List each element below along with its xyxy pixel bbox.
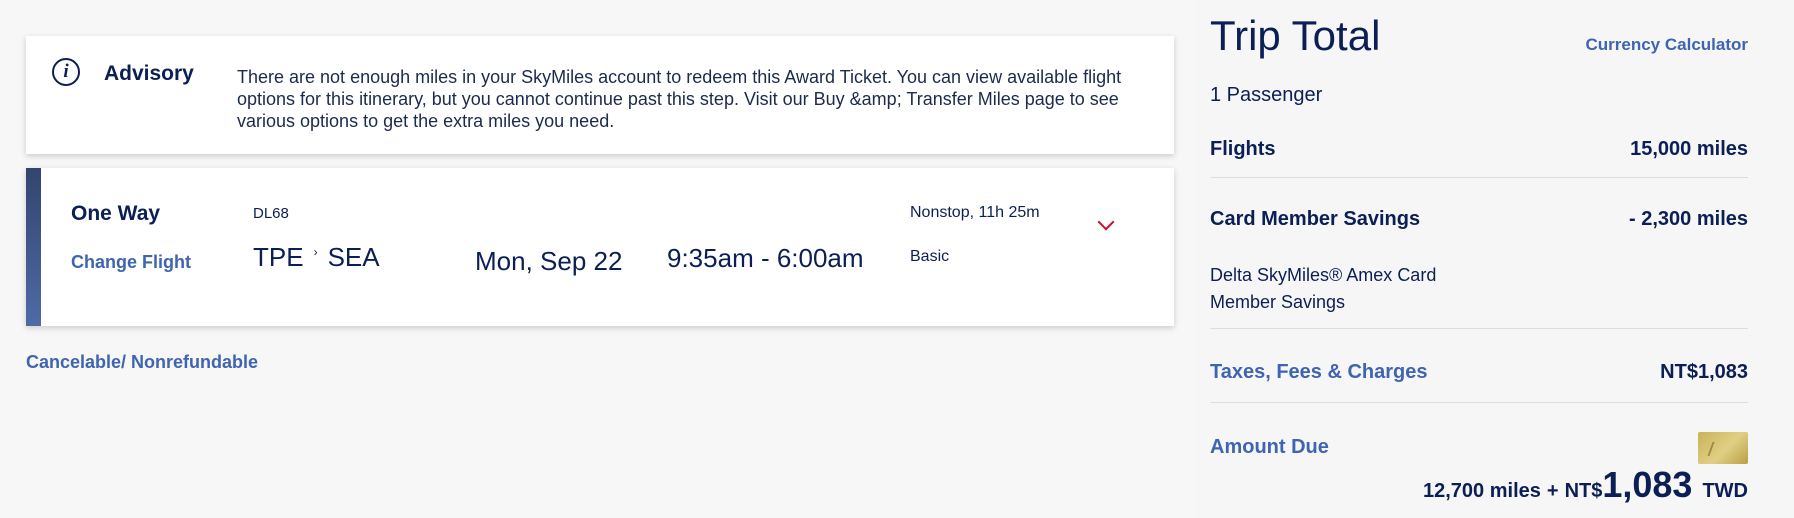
trip-summary-panel: Trip Total Currency Calculator 1 Passeng… xyxy=(1196,0,1794,518)
flight-date: Mon, Sep 22 xyxy=(475,246,623,276)
info-icon: i xyxy=(52,58,80,86)
amount-due-currency-code: TWD xyxy=(1702,480,1748,502)
flight-card: One Way Change Flight DL68 TPE › SEA Mon… xyxy=(26,168,1174,326)
flight-times: 9:35am - 6:00am xyxy=(667,243,864,273)
taxes-fees-value: NT$1,083 xyxy=(1660,361,1748,383)
trip-type-label: One Way xyxy=(71,202,161,225)
divider xyxy=(1210,177,1748,178)
amount-due-link[interactable]: Amount Due xyxy=(1210,436,1329,459)
currency-calculator-link[interactable]: Currency Calculator xyxy=(1586,35,1749,55)
amount-due-miles: 12,700 miles xyxy=(1423,480,1541,502)
advisory-message: There are not enough miles in your SkyMi… xyxy=(237,67,1122,131)
fare-class: Basic xyxy=(910,248,950,265)
amount-due-amount: 1,083 xyxy=(1602,464,1693,505)
amount-due-currency-symbol: NT$ xyxy=(1564,480,1603,502)
flight-route: TPE › SEA xyxy=(253,242,380,273)
amount-due-plus: + xyxy=(1546,480,1559,502)
change-flight-link[interactable]: Change Flight xyxy=(71,252,191,273)
divider xyxy=(1210,402,1748,403)
passenger-count: 1 Passenger xyxy=(1210,84,1323,106)
advisory-panel: i Advisory There are not enough miles in… xyxy=(26,36,1174,154)
taxes-fees-link[interactable]: Taxes, Fees & Charges xyxy=(1210,361,1428,384)
chevron-down-icon[interactable] xyxy=(1097,213,1115,231)
flights-value: 15,000 miles xyxy=(1630,138,1748,160)
destination-airport: SEA xyxy=(327,242,380,272)
route-arrow-icon: › xyxy=(313,244,318,259)
flight-card-accent-bar xyxy=(26,168,41,326)
card-member-savings-value: - 2,300 miles xyxy=(1629,208,1748,230)
flight-number: DL68 xyxy=(253,205,289,222)
savings-description-line: Delta SkyMiles® Amex Card xyxy=(1210,265,1437,285)
flights-label: Flights xyxy=(1210,138,1276,160)
stops-duration: Nonstop, 11h 25m xyxy=(910,204,1040,221)
divider xyxy=(1210,328,1748,329)
savings-description: Delta SkyMiles® Amex Card Member Savings xyxy=(1210,262,1510,316)
credit-card-icon xyxy=(1698,432,1748,464)
card-member-savings-label: Card Member Savings xyxy=(1210,208,1421,230)
origin-airport: TPE xyxy=(253,242,304,272)
main-content: i Advisory There are not enough miles in… xyxy=(0,0,1196,518)
advisory-title: Advisory xyxy=(104,62,194,85)
savings-description-line: Member Savings xyxy=(1210,292,1346,312)
cancellation-policy: Cancelable/ Nonrefundable xyxy=(26,352,259,372)
trip-total-title: Trip Total xyxy=(1210,12,1381,59)
amount-due-value: 12,700 miles + NT$ 1,083 TWD xyxy=(1423,464,1748,506)
